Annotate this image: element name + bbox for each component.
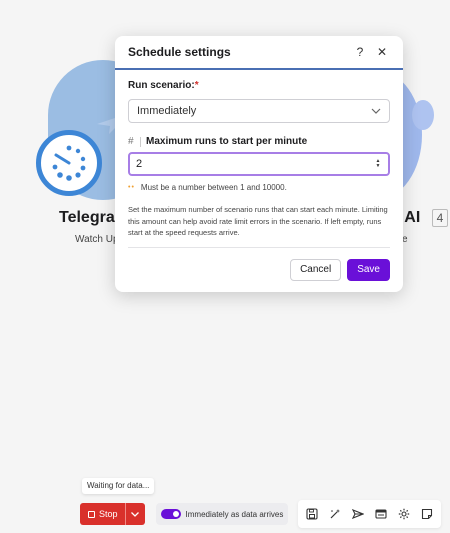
label-separator xyxy=(140,136,141,147)
number-type-icon: # xyxy=(128,136,134,147)
max-runs-value: 2 xyxy=(136,158,143,170)
status-tooltip: Waiting for data... xyxy=(82,478,155,494)
ai-module-bubble-edge xyxy=(412,100,434,130)
cancel-button[interactable]: Cancel xyxy=(290,258,342,281)
max-runs-input[interactable]: 2 ▲ ▼ xyxy=(128,152,390,176)
telegram-module-title: Telegra xyxy=(59,209,115,226)
required-marker: * xyxy=(194,80,199,91)
immediate-run-toggle[interactable] xyxy=(160,509,181,519)
immediate-run-toggle-group: Immediately as data arrives xyxy=(155,503,289,525)
sticky-note-icon[interactable] xyxy=(419,506,435,522)
dialog-header: Schedule settings ? ✕ xyxy=(115,36,403,70)
run-scenario-value: Immediately xyxy=(137,105,197,117)
chevron-down-icon xyxy=(131,512,139,517)
stop-square-icon xyxy=(88,510,95,518)
schedule-clock-icon[interactable] xyxy=(36,130,102,196)
dialog-actions: Cancel Save xyxy=(128,258,390,281)
toolbar-icon-group xyxy=(298,500,442,528)
run-scenario-label: Run scenario:* xyxy=(128,80,390,91)
hint-text: Must be a number between 1 and 10000. xyxy=(140,183,287,192)
flow-icon[interactable] xyxy=(350,506,366,522)
bottom-toolbar: Stop Immediately as data arrives xyxy=(80,500,450,528)
max-runs-label: Maximum runs to start per minute xyxy=(146,136,308,147)
hint-dots-icon: •• xyxy=(128,184,135,191)
dialog-divider xyxy=(128,246,390,248)
notes-icon[interactable] xyxy=(373,506,389,522)
magic-wand-icon[interactable] xyxy=(327,506,343,522)
stepper-down-icon[interactable]: ▼ xyxy=(376,164,381,169)
close-button[interactable]: ✕ xyxy=(374,44,390,60)
stop-label: Stop xyxy=(99,509,118,519)
max-runs-label-row: # Maximum runs to start per minute xyxy=(128,136,390,147)
stop-button[interactable]: Stop xyxy=(80,503,125,525)
telegram-module-subtitle: Watch Up xyxy=(75,234,119,245)
run-scenario-select[interactable]: Immediately xyxy=(128,99,390,123)
run-scenario-label-text: Run scenario: xyxy=(128,80,195,91)
module-id-badge: 4 xyxy=(432,209,448,227)
stop-button-group: Stop xyxy=(80,503,145,525)
help-button[interactable]: ? xyxy=(352,44,368,60)
save-icon[interactable] xyxy=(304,506,320,522)
number-stepper[interactable]: ▲ ▼ xyxy=(374,159,382,169)
save-button[interactable]: Save xyxy=(347,258,390,281)
chevron-down-icon xyxy=(371,108,381,114)
stop-options-button[interactable] xyxy=(124,503,145,525)
dialog-title: Schedule settings xyxy=(128,45,231,59)
field-description: Set the maximum number of scenario runs … xyxy=(128,205,388,237)
validation-hint: •• Must be a number between 1 and 10000. xyxy=(128,183,390,192)
gear-icon[interactable] xyxy=(396,506,412,522)
immediate-run-label: Immediately as data arrives xyxy=(185,509,284,519)
schedule-settings-dialog: Schedule settings ? ✕ Run scenario:* Imm… xyxy=(115,36,403,292)
